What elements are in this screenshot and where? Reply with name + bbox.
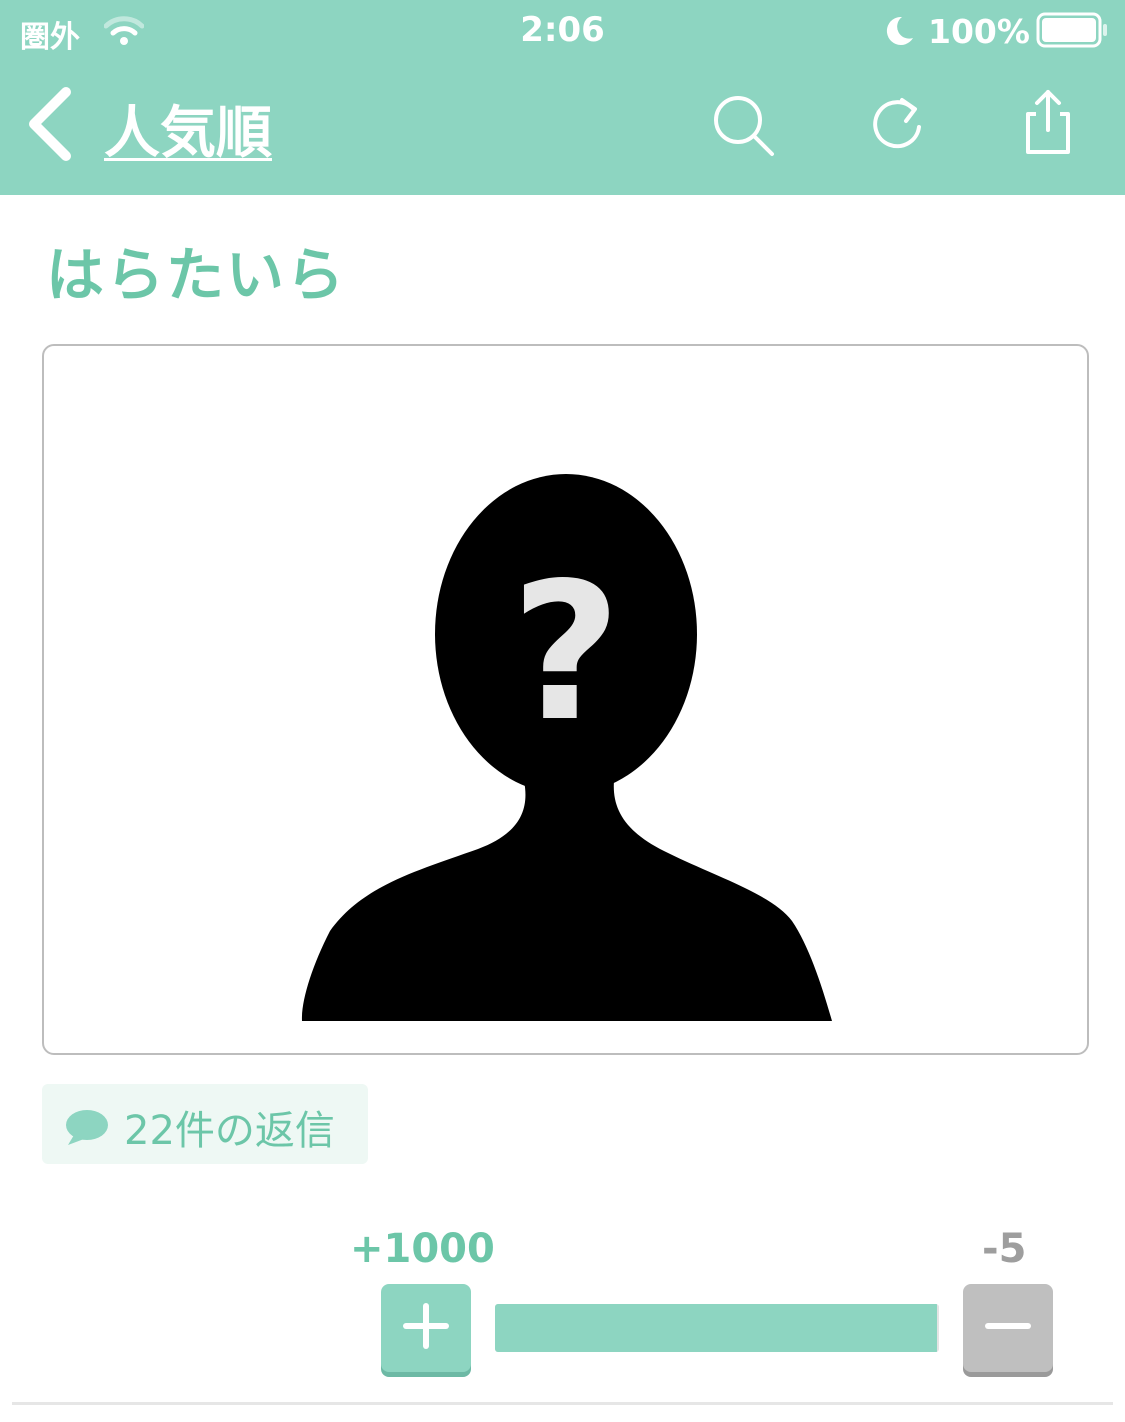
plus-icon — [403, 1303, 449, 1349]
battery-icon — [1036, 12, 1107, 48]
minus-icon — [985, 1323, 1031, 1329]
downvote-count: -5 — [982, 1226, 1027, 1272]
header: 圏外 2:06 100% 人気順 — [0, 0, 1125, 195]
page: 圏外 2:06 100% 人気順 はらたいら ? 22件の返信 +1000 -5 — [0, 0, 1125, 1422]
share-icon[interactable] — [1012, 86, 1082, 156]
vote-ratio-fill — [495, 1304, 937, 1352]
vote-ratio-bar — [495, 1304, 939, 1352]
refresh-icon[interactable] — [862, 90, 932, 160]
divider — [12, 1402, 1113, 1405]
moon-icon — [886, 16, 913, 45]
back-title-link[interactable]: 人気順 — [104, 88, 272, 169]
replies-count-label: 22件の返信 — [124, 1108, 335, 1154]
comment-bubble-icon — [66, 1110, 108, 1145]
post-title: はらたいら — [46, 241, 347, 309]
upvote-button[interactable] — [381, 1284, 471, 1372]
replies-button[interactable]: 22件の返信 — [42, 1084, 368, 1164]
battery-percentage: 100% — [928, 12, 1030, 51]
upvote-count: +1000 — [350, 1226, 495, 1272]
svg-text:?: ? — [511, 542, 621, 763]
search-icon[interactable] — [708, 90, 778, 160]
unknown-person-icon: ? — [301, 474, 832, 1021]
chevron-left-icon[interactable] — [22, 84, 78, 164]
downvote-button[interactable] — [963, 1284, 1053, 1372]
post-image[interactable]: ? — [42, 344, 1089, 1055]
